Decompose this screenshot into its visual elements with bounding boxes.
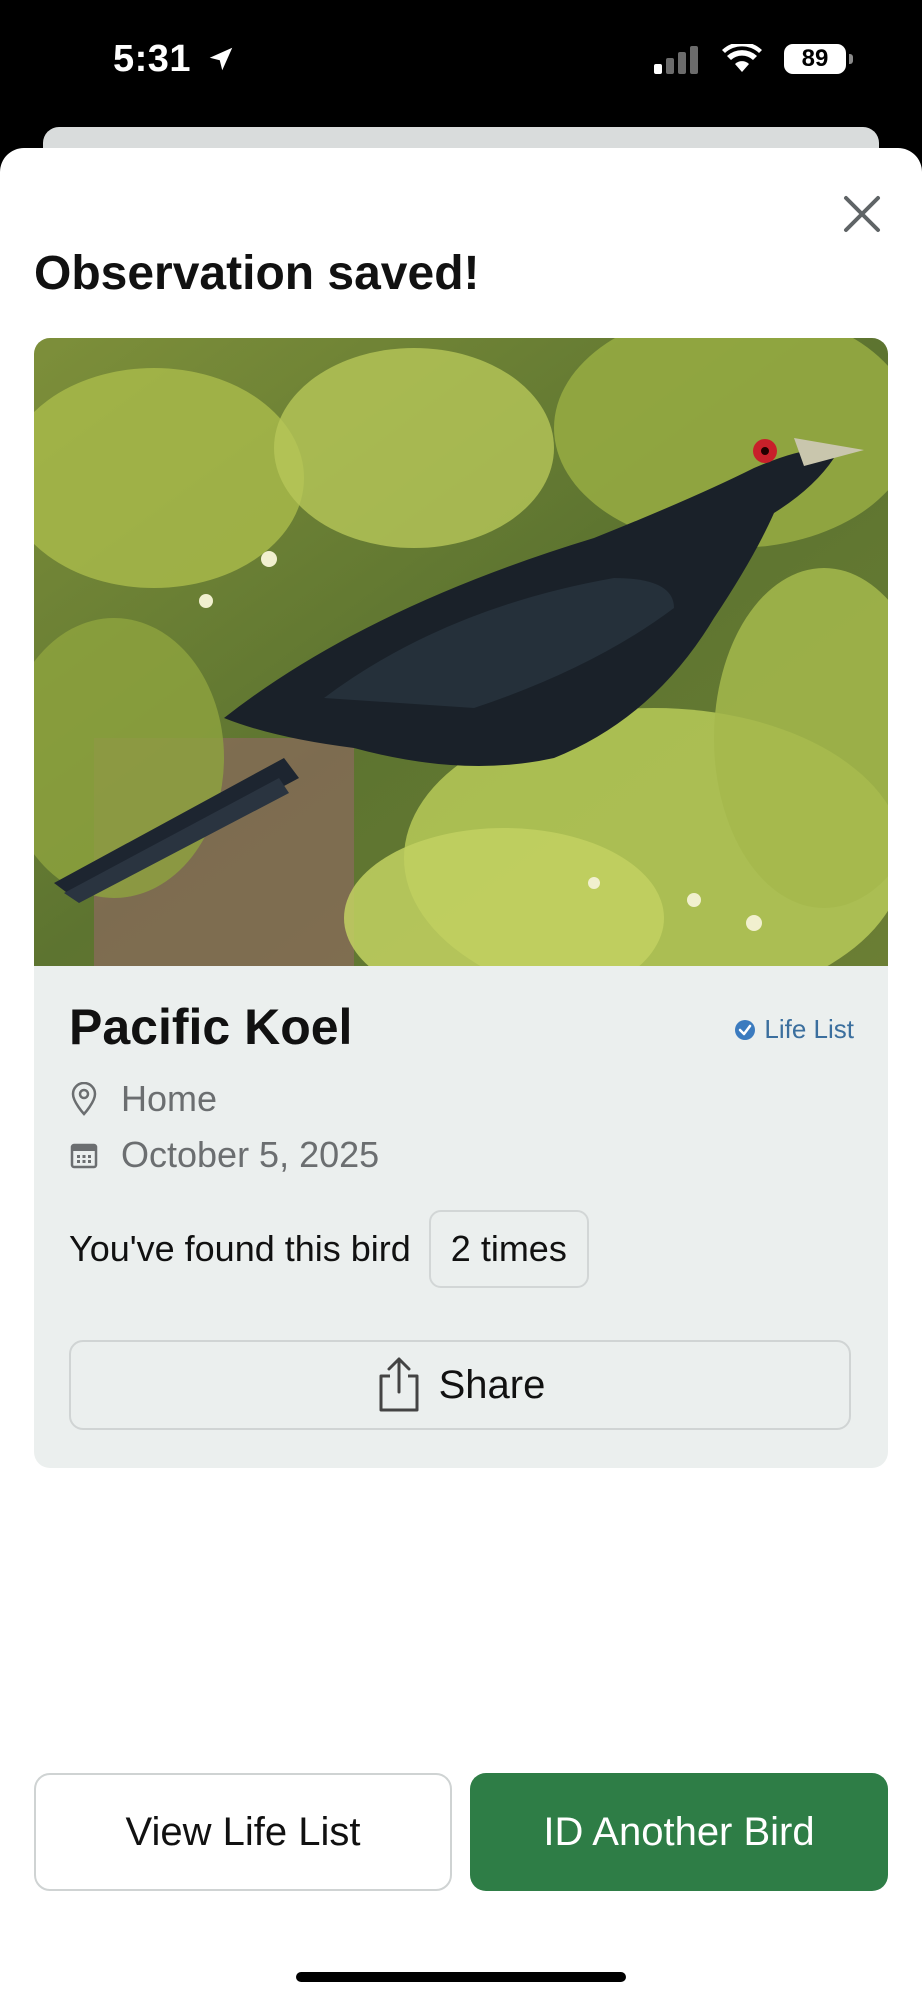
date-row: October 5, 2025 [69, 1134, 379, 1176]
observation-card: Pacific Koel Life List Home October 5, 2… [34, 338, 888, 1468]
view-life-list-label: View Life List [125, 1809, 361, 1854]
found-count-badge: 2 times [428, 1210, 589, 1288]
home-indicator[interactable] [296, 1972, 626, 1982]
close-icon[interactable] [838, 190, 886, 238]
view-life-list-button[interactable]: View Life List [34, 1773, 452, 1891]
status-icons: 89 [654, 44, 853, 74]
life-list-badge-label: Life List [764, 1014, 854, 1044]
location-pin-icon [71, 1082, 97, 1116]
id-another-bird-button[interactable]: ID Another Bird [470, 1773, 888, 1891]
share-label: Share [438, 1362, 546, 1407]
species-name: Pacific Koel [69, 999, 353, 1055]
status-time: 5:31 [113, 38, 236, 81]
battery-indicator: 89 [784, 44, 853, 74]
battery-level: 89 [801, 45, 829, 72]
status-bar: 5:31 89 [0, 0, 922, 125]
bird-photo [34, 338, 888, 966]
page-title: Observation saved! [34, 247, 480, 300]
time-text: 5:31 [113, 38, 192, 80]
share-icon [379, 1357, 419, 1412]
life-list-badge: Life List [734, 1014, 854, 1045]
wifi-icon [722, 44, 762, 72]
verified-check-icon [735, 1019, 756, 1040]
calendar-icon [70, 1143, 98, 1169]
location-text: Home [121, 1078, 218, 1119]
found-count-row: You've found this bird 2 times [69, 1210, 589, 1288]
date-text: October 5, 2025 [121, 1134, 380, 1175]
location-arrow-icon [209, 47, 233, 71]
share-button[interactable]: Share [69, 1340, 851, 1430]
found-text: You've found this bird [69, 1228, 411, 1269]
location-row: Home [69, 1078, 217, 1120]
cellular-signal-icon [654, 46, 698, 74]
id-another-bird-label: ID Another Bird [543, 1809, 815, 1854]
